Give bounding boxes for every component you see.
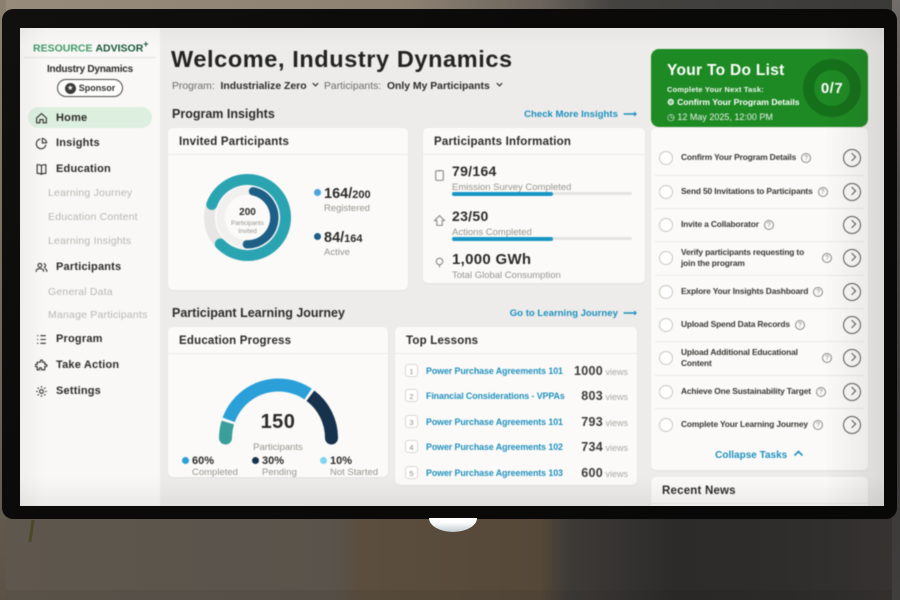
svg-text:Invited: Invited xyxy=(238,228,257,235)
svg-text:200: 200 xyxy=(239,207,256,218)
svg-text:Participants: Participants xyxy=(231,220,264,227)
